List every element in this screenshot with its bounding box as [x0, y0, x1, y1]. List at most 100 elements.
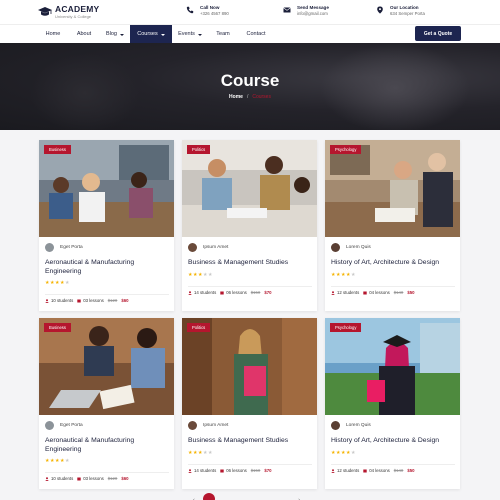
nav-about[interactable]: About	[70, 25, 98, 44]
course-card[interactable]: Business Eget Porta Aeronautical & Manuf…	[39, 318, 174, 489]
logo[interactable]: ACADEMY University & College	[38, 5, 99, 19]
author-name[interactable]: Eget Porta	[60, 423, 83, 428]
pagination-page[interactable]	[248, 493, 260, 500]
rating-stars: ★★★★★	[331, 272, 356, 278]
course-title[interactable]: Business & Management Studies	[188, 437, 312, 446]
course-title[interactable]: Aeronautical & Manufacturing Engineering	[45, 259, 169, 276]
top-info-bar: ACADEMY University & College Call Now +3…	[0, 0, 500, 24]
pagination-page[interactable]	[278, 493, 290, 500]
avatar	[188, 421, 197, 430]
lessons-count: 03 lessons	[83, 476, 104, 481]
location-icon	[377, 6, 383, 14]
course-card[interactable]: Business Eget Porta Aeronautical & Manuf…	[39, 140, 174, 311]
price: $70	[264, 290, 272, 295]
contact-value: info@gmail.com	[297, 11, 328, 16]
brand-name: ACADEMY	[55, 4, 100, 14]
course-meta: 12 students 04 lessons $140 $50	[331, 464, 455, 473]
course-image[interactable]: Business	[39, 140, 174, 237]
nav-blog[interactable]: Blog	[100, 25, 130, 44]
star-icon: ★	[64, 458, 70, 464]
author-name[interactable]: Ipsum Amet	[203, 245, 228, 250]
students-count: 14 students	[194, 290, 217, 295]
lessons-count: 06 lessons	[226, 290, 247, 295]
pagination-prev[interactable]: ‹	[188, 493, 200, 500]
lessons-count: 04 lessons	[369, 468, 390, 473]
author-name[interactable]: Eget Porta	[60, 245, 83, 250]
star-icon: ★	[207, 450, 213, 456]
nav-label: Blog	[105, 31, 117, 37]
contact-phone[interactable]: Call Now +326 4567 890	[186, 5, 229, 17]
author-row: Lorem Quis	[331, 243, 371, 252]
course-image[interactable]: Psychology	[325, 318, 460, 415]
course-title[interactable]: History of Art, Architecture & Design	[331, 437, 455, 446]
avatar	[45, 243, 54, 252]
course-image[interactable]: Politics	[182, 318, 317, 415]
nav-team[interactable]: Team	[210, 25, 236, 44]
book-icon	[220, 469, 224, 472]
pagination-page[interactable]	[203, 493, 215, 500]
mail-icon	[283, 7, 291, 13]
book-icon	[77, 477, 81, 480]
category-badge[interactable]: Psychology	[330, 145, 362, 154]
course-image[interactable]: Psychology	[325, 140, 460, 237]
author-name[interactable]: Ipsum Amet	[203, 423, 228, 428]
nav-courses[interactable]: Courses	[130, 25, 172, 44]
course-image[interactable]: Politics	[182, 140, 317, 237]
course-title[interactable]: Aeronautical & Manufacturing Engineering	[45, 437, 169, 454]
author-name[interactable]: Lorem Quis	[346, 423, 371, 428]
user-icon	[331, 290, 335, 295]
lessons-count: 03 lessons	[83, 298, 104, 303]
author-row: Eget Porta	[45, 243, 83, 252]
student-portrait-photo	[182, 318, 317, 415]
contact-value: +326 4567 890	[200, 11, 229, 16]
category-badge[interactable]: Psychology	[330, 323, 362, 332]
category-badge[interactable]: Politics	[187, 323, 211, 332]
students-count: 14 students	[194, 468, 217, 473]
author-row: Ipsum Amet	[188, 243, 228, 252]
category-badge[interactable]: Politics	[187, 145, 211, 154]
category-badge[interactable]: Business	[44, 323, 71, 332]
user-icon	[45, 298, 49, 303]
author-name[interactable]: Lorem Quis	[346, 245, 371, 250]
breadcrumb: Home / Courses	[0, 94, 500, 100]
course-meta: 12 students 04 lessons $140 $50	[331, 286, 455, 295]
category-badge[interactable]: Business	[44, 145, 71, 154]
get-quote-button[interactable]: Get a Quote	[415, 26, 461, 41]
avatar	[45, 421, 54, 430]
author-row: Lorem Quis	[331, 421, 371, 430]
lessons-count: 06 lessons	[226, 468, 247, 473]
course-card[interactable]: Politics Ipsum Amet Business & Managemen…	[182, 318, 317, 489]
nav-contact[interactable]: Contact	[240, 25, 272, 44]
contact-value: 634 Semper Porta	[390, 11, 425, 16]
avatar	[331, 421, 340, 430]
course-title[interactable]: Business & Management Studies	[188, 259, 312, 268]
students-count: 12 students	[337, 290, 360, 295]
course-card[interactable]: Politics Ipsum Amet Business & Managemen…	[182, 140, 317, 311]
price: $60	[121, 476, 129, 481]
rating-stars: ★★★★★	[45, 458, 70, 464]
course-card[interactable]: Psychology Lorem Quis History of Art, Ar…	[325, 318, 460, 489]
nav-events[interactable]: Events	[174, 25, 206, 44]
course-card[interactable]: Psychology Lorem Quis History of Art, Ar…	[325, 140, 460, 311]
pagination-page[interactable]	[218, 493, 230, 500]
nav-label: Courses	[137, 31, 158, 37]
book-icon	[220, 291, 224, 294]
brand-tagline: University & College	[55, 14, 92, 19]
students-photo	[182, 140, 317, 237]
pagination-page[interactable]	[233, 493, 245, 500]
price: $60	[121, 298, 129, 303]
contact-location[interactable]: Our Location 634 Semper Porta	[376, 5, 425, 17]
contact-email[interactable]: Send Message info@gmail.com	[283, 5, 329, 17]
course-image[interactable]: Business	[39, 318, 174, 415]
pagination-next[interactable]: ›	[293, 493, 305, 500]
course-meta: 10 students 03 lessons $120 $60	[45, 472, 169, 481]
graduate-photo	[325, 318, 460, 415]
star-icon: ★	[350, 272, 356, 278]
pagination: ‹ ›	[188, 493, 308, 500]
breadcrumb-home[interactable]: Home	[229, 94, 243, 100]
pagination-page[interactable]	[263, 493, 275, 500]
book-icon	[77, 299, 81, 302]
course-title[interactable]: History of Art, Architecture & Design	[331, 259, 455, 268]
rating-stars: ★★★★★	[331, 450, 356, 456]
nav-home[interactable]: Home	[38, 25, 68, 44]
